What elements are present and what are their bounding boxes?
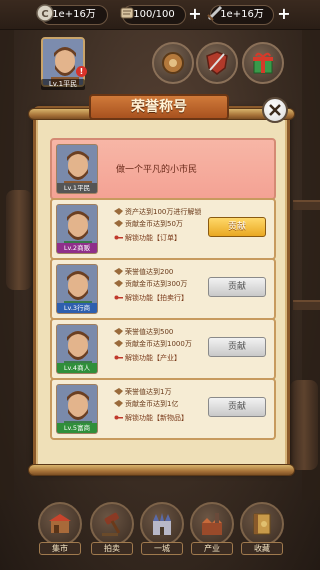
player-level: Lv.1平民 xyxy=(41,79,85,90)
level-portrait: Lv.1平民 xyxy=(56,144,98,194)
scroll-roll-bottom xyxy=(28,464,295,476)
close-icon xyxy=(269,104,281,116)
unlock-feature: 解锁功能【拍卖行】 xyxy=(114,294,188,303)
requirement-text: 贡献金币达到50万 xyxy=(125,220,183,228)
nav-label: 集市 xyxy=(39,542,81,555)
requirement-asset: 资产达到100万进行解锁 xyxy=(114,208,201,217)
level-label: Lv.5富商 xyxy=(57,423,97,433)
background-shelf xyxy=(293,300,320,310)
gear-coin-button[interactable] xyxy=(152,42,194,84)
contribute-button[interactable]: 贡献 xyxy=(208,337,266,357)
nav-city[interactable]: 一城 xyxy=(138,500,186,560)
level-label: Lv.4商人 xyxy=(57,363,97,373)
dialog-title: 荣誉称号 xyxy=(89,94,229,120)
title-row: Lv.5富商 荣誉值达到1万 贡献金币达到1亿 解锁功能【新物品】 贡献 xyxy=(50,378,276,440)
coin-icon: C xyxy=(34,2,56,24)
unlock-text: 解锁功能【产业】 xyxy=(125,354,181,362)
nav-collection[interactable]: 收藏 xyxy=(238,500,286,560)
requirement-text: 荣誉值达到1万 xyxy=(125,388,172,396)
unlock-text: 解锁功能【订单】 xyxy=(125,234,181,242)
nav-label: 拍卖 xyxy=(91,542,133,555)
requirement-coins: 贡献金币达到1亿 xyxy=(114,400,178,409)
level-portrait: Lv.2商贩 xyxy=(56,204,98,254)
background-shelf xyxy=(293,200,320,210)
unlock-feature: 解锁功能【产业】 xyxy=(114,354,181,363)
hand-icon xyxy=(114,340,123,347)
hand-icon xyxy=(114,280,123,287)
hand-icon xyxy=(114,400,123,407)
title-row: Lv.2商贩 资产达到100万进行解锁 贡献金币达到50万 解锁功能【订单】 贡… xyxy=(50,198,276,260)
requirement-text: 荣誉值达到500 xyxy=(125,328,174,336)
nav-label: 产业 xyxy=(191,542,233,555)
shield-sword-icon xyxy=(206,51,228,75)
requirement-asset: 荣誉值达到200 xyxy=(114,268,173,277)
level-label: Lv.1平民 xyxy=(57,183,97,193)
close-button[interactable] xyxy=(262,97,288,123)
background-barrel xyxy=(290,380,318,470)
title-list[interactable]: Lv.1平民 做一个平凡的小市民 Lv.2商贩 资产达到100万进行解锁 贡献金… xyxy=(46,126,277,458)
gear-icon xyxy=(162,52,184,74)
key-icon xyxy=(114,354,123,361)
requirement-text: 贡献金币达到1000万 xyxy=(125,340,192,348)
gift-button[interactable] xyxy=(242,42,284,84)
requirement-asset: 荣誉值达到1万 xyxy=(114,388,171,397)
current-title-row: Lv.1平民 做一个平凡的小市民 xyxy=(50,138,276,200)
sword-icon xyxy=(204,2,226,24)
nav-label: 收藏 xyxy=(241,542,283,555)
contribute-button[interactable]: 贡献 xyxy=(208,217,266,237)
svg-text:C: C xyxy=(41,9,48,20)
industry-icon xyxy=(190,502,234,546)
market-stall-icon xyxy=(38,502,82,546)
nav-label: 一城 xyxy=(141,542,183,555)
hand-icon xyxy=(114,268,123,275)
quest-button[interactable] xyxy=(196,42,238,84)
unlock-feature: 解锁功能【订单】 xyxy=(114,234,181,243)
title-row: Lv.3行商 荣誉值达到200 贡献金币达到300万 解锁功能【拍卖行】 贡献 xyxy=(50,258,276,320)
castle-icon xyxy=(140,502,184,546)
level-label: Lv.2商贩 xyxy=(57,243,97,253)
hand-icon xyxy=(114,220,123,227)
requirement-asset: 荣誉值达到500 xyxy=(114,328,173,337)
requirement-text: 资产达到100万进行解锁 xyxy=(125,208,202,216)
current-title-text: 做一个平凡的小市民 xyxy=(116,165,198,175)
level-portrait: Lv.4商人 xyxy=(56,324,98,374)
add-stamina-button[interactable]: + xyxy=(187,6,203,22)
scroll-icon xyxy=(116,2,138,24)
requirement-coins: 贡献金币达到300万 xyxy=(114,280,187,289)
title-row: Lv.4商人 荣誉值达到500 贡献金币达到1000万 解锁功能【产业】 贡献 xyxy=(50,318,276,380)
gift-icon xyxy=(253,52,273,74)
add-ticket-button[interactable]: + xyxy=(276,6,292,22)
contribute-button[interactable]: 贡献 xyxy=(208,397,266,417)
key-icon xyxy=(114,294,123,301)
unlock-text: 解锁功能【新物品】 xyxy=(125,414,188,422)
key-icon xyxy=(114,234,123,241)
contribute-button[interactable]: 贡献 xyxy=(208,277,266,297)
hand-icon xyxy=(114,388,123,395)
hand-icon xyxy=(114,328,123,335)
resource-bar: 1e+16万 C 100/100 + 1e+16万 + xyxy=(0,0,320,30)
nav-auction[interactable]: 拍卖 xyxy=(88,500,136,560)
nav-industry[interactable]: 产业 xyxy=(188,500,236,560)
requirement-text: 荣誉值达到200 xyxy=(125,268,174,276)
unlock-text: 解锁功能【拍卖行】 xyxy=(125,294,188,302)
level-portrait: Lv.5富商 xyxy=(56,384,98,434)
requirement-coins: 贡献金币达到50万 xyxy=(114,220,183,229)
level-portrait: Lv.3行商 xyxy=(56,264,98,314)
bottom-navigation: 集市 拍卖 一城 产业 收藏 xyxy=(0,500,320,570)
requirement-coins: 贡献金币达到1000万 xyxy=(114,340,192,349)
book-icon xyxy=(240,502,284,546)
notification-badge: ! xyxy=(76,66,87,77)
level-label: Lv.3行商 xyxy=(57,303,97,313)
key-icon xyxy=(114,414,123,421)
requirement-text: 贡献金币达到1亿 xyxy=(125,400,179,408)
requirement-text: 贡献金币达到300万 xyxy=(125,280,188,288)
hand-icon xyxy=(114,208,123,215)
unlock-feature: 解锁功能【新物品】 xyxy=(114,414,188,423)
background-barrel xyxy=(6,190,32,290)
gavel-icon xyxy=(90,502,134,546)
nav-market[interactable]: 集市 xyxy=(36,500,84,560)
